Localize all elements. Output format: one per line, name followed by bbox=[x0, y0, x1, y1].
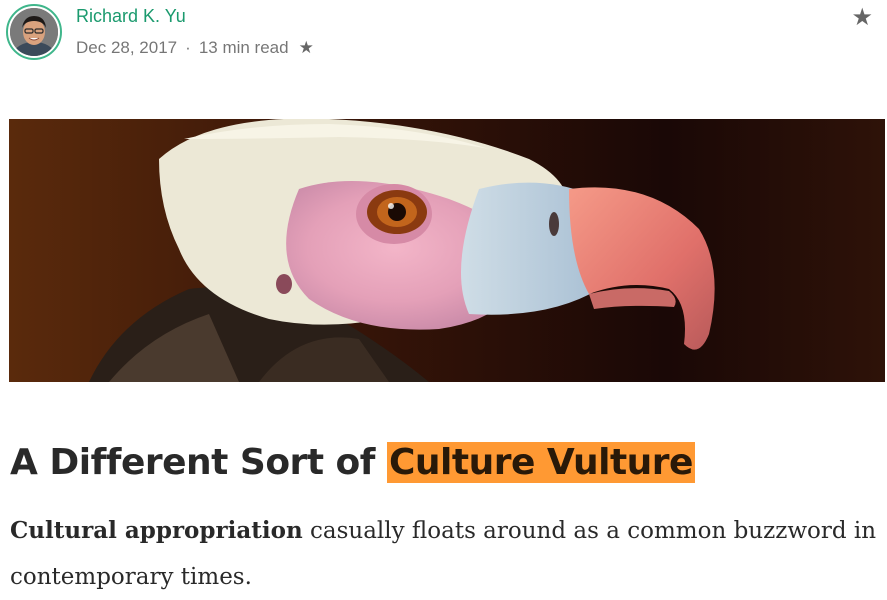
bookmark-star-icon[interactable]: ★ bbox=[851, 6, 873, 30]
hero-image bbox=[9, 119, 885, 382]
post-meta: Dec 28, 2017 · 13 min read ★ bbox=[76, 38, 314, 58]
title-highlighted-phrase[interactable]: Culture Vulture bbox=[386, 442, 695, 483]
lede-bold-term: Cultural appropriation bbox=[10, 517, 303, 544]
read-time: 13 min read bbox=[198, 38, 289, 57]
avatar-photo bbox=[10, 8, 58, 56]
author-avatar-link[interactable] bbox=[6, 4, 62, 60]
author-name-link[interactable]: Richard K. Yu bbox=[76, 6, 186, 27]
post-date: Dec 28, 2017 bbox=[76, 38, 178, 57]
article-title: A Different Sort of Culture Vulture bbox=[10, 434, 695, 492]
member-star-icon: ★ bbox=[298, 38, 314, 57]
avatar bbox=[10, 8, 58, 56]
meta-separator: · bbox=[185, 38, 191, 57]
author-header: Richard K. Yu Dec 28, 2017 · 13 min read… bbox=[6, 4, 881, 66]
article-lede: Cultural appropriation casually floats a… bbox=[10, 508, 880, 600]
vulture-illustration bbox=[9, 119, 885, 382]
title-prefix: A Different Sort of bbox=[10, 442, 387, 483]
